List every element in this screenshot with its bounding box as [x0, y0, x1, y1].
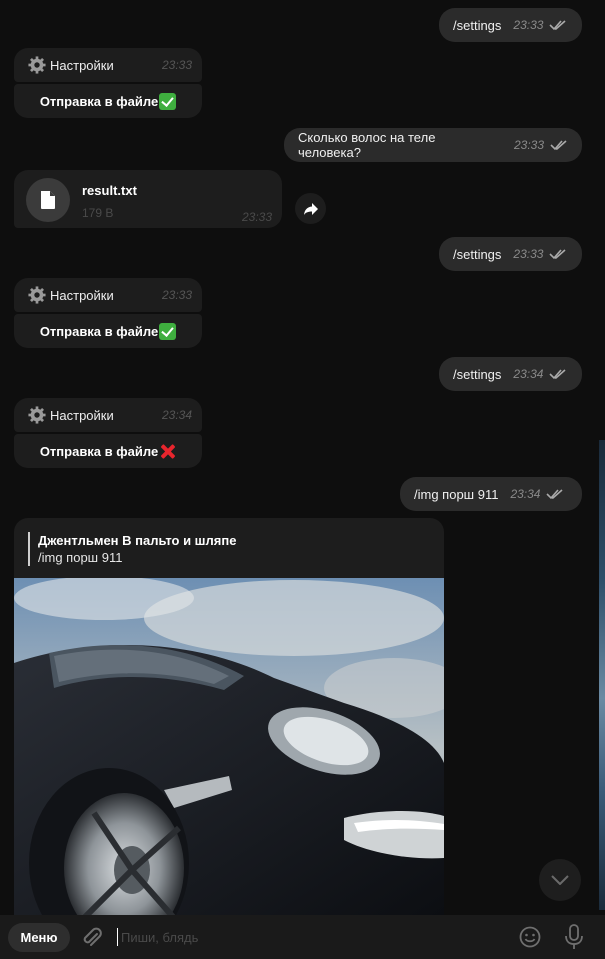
outgoing-message[interactable]: /settings 23:33 [439, 237, 582, 271]
message-input[interactable]: Пиши, блядь [121, 930, 198, 945]
chat-history[interactable]: /settings 23:33 Настройки 23:33 Отправка… [0, 0, 605, 915]
photo-message[interactable]: Джентльмен В пальто и шляпе /img порш 91… [14, 518, 444, 915]
message-text: Сколько волос на теле человека? [298, 130, 436, 160]
double-check-icon [549, 20, 566, 31]
bot-menu-button[interactable]: Меню [8, 923, 70, 952]
message-text: /img порш 911 [414, 486, 499, 502]
file-name: result.txt [82, 183, 137, 198]
inline-button-label: Отправка в файле [39, 443, 159, 459]
car-photo[interactable] [14, 578, 444, 915]
chevron-down-icon [551, 875, 569, 885]
message-composer: Меню Пиши, блядь [0, 915, 605, 959]
inline-button-label: Отправка в файле [39, 323, 159, 339]
check-mark-icon [159, 322, 177, 340]
bot-message-header: Настройки 23:33 [14, 48, 202, 82]
bot-message-header: Настройки 23:33 [14, 278, 202, 312]
bot-message-title: Настройки [50, 287, 114, 303]
inline-button-send-in-file[interactable]: Отправка в файле [14, 434, 202, 468]
gear-icon [28, 286, 46, 304]
message-text: /settings [453, 17, 502, 33]
outgoing-message[interactable]: /settings 23:33 [439, 8, 582, 42]
double-check-icon [549, 369, 566, 380]
reply-author: Джентльмен В пальто и шляпе [38, 533, 237, 548]
message-time: 23:33 [513, 18, 544, 32]
smile-icon[interactable] [519, 926, 541, 948]
message-time: 23:33 [241, 210, 272, 224]
microphone-icon[interactable] [563, 924, 585, 950]
double-check-icon [546, 489, 564, 500]
gear-icon [28, 406, 46, 424]
bot-message-header: Настройки 23:34 [14, 398, 202, 432]
file-icon[interactable] [26, 178, 70, 222]
scroll-to-bottom-button[interactable] [539, 859, 581, 901]
inline-button-send-in-file[interactable]: Отправка в файле [14, 314, 202, 348]
outgoing-message[interactable]: /settings 23:34 [439, 357, 582, 391]
double-check-icon [550, 140, 567, 151]
inline-button-send-in-file[interactable]: Отправка в файле [14, 84, 202, 118]
message-time: 23:33 [513, 247, 544, 261]
reply-quote[interactable]: Джентльмен В пальто и шляпе /img порш 91… [28, 532, 236, 566]
forward-button[interactable] [295, 193, 326, 224]
outgoing-message[interactable]: /img порш 911 23:34 [400, 477, 582, 511]
message-time: 23:34 [513, 367, 544, 381]
message-time: 23:33 [513, 138, 544, 152]
message-text: /settings [453, 366, 502, 382]
cross-mark-icon [159, 443, 176, 460]
wallpaper-edge [599, 440, 605, 910]
message-time: 23:34 [510, 487, 541, 501]
forward-arrow-icon [303, 202, 318, 215]
paperclip-icon[interactable] [80, 926, 104, 950]
file-message[interactable]: result.txt 179 B 23:33 [14, 170, 282, 228]
double-check-icon [549, 249, 566, 260]
bot-message-title: Настройки [50, 57, 114, 73]
text-cursor [117, 928, 118, 946]
file-size: 179 B [82, 206, 114, 220]
message-time: 23:33 [161, 58, 192, 72]
check-mark-icon [159, 92, 177, 110]
inline-button-label: Отправка в файле [39, 93, 159, 109]
reply-text: /img порш 911 [38, 550, 123, 565]
message-time: 23:33 [161, 288, 192, 302]
bot-message-title: Настройки [50, 407, 114, 423]
message-text: /settings [453, 246, 502, 262]
outgoing-message[interactable]: Сколько волос на теле человека? 23:33 [284, 128, 582, 162]
gear-icon [28, 56, 46, 74]
message-time: 23:34 [161, 408, 192, 422]
